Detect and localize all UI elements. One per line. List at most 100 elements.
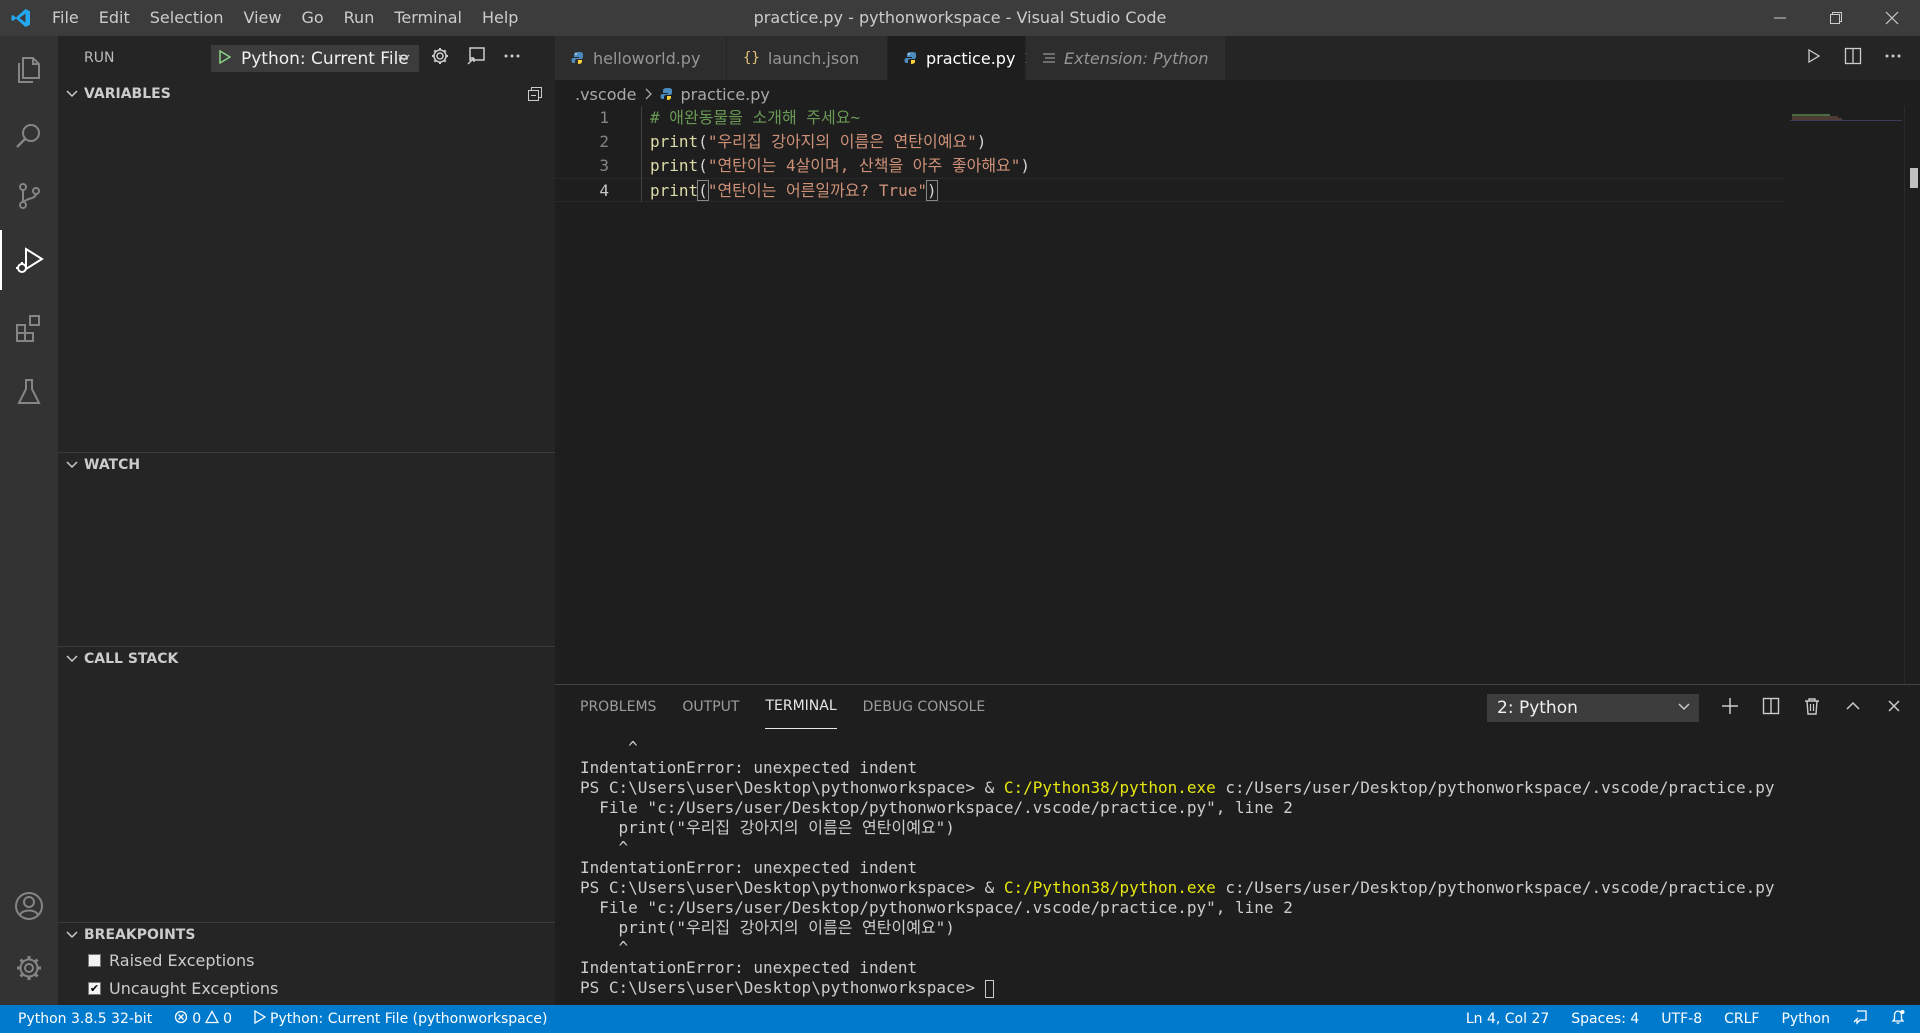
tab-practice[interactable]: practice.py [888, 36, 1037, 80]
terminal-line: ^ [580, 938, 629, 957]
terminal-line: File "c:/Users/user/Desktop/pythonworksp… [580, 798, 1293, 817]
minimap[interactable] [1790, 106, 1902, 121]
manage-gear-icon[interactable] [0, 938, 58, 998]
run-debug-icon[interactable] [0, 230, 58, 290]
breadcrumb-file[interactable]: practice.py [680, 85, 769, 104]
terminal-prompt: PS C:\Users\user\Desktop\pythonworkspace… [580, 778, 985, 797]
notifications-bell-icon[interactable] [1890, 1009, 1906, 1029]
debug-config-status-label: Python: Current File (pythonworkspace) [270, 1011, 548, 1027]
tab-extension-python[interactable]: Extension: Python [1026, 36, 1226, 80]
code-paren: ( [698, 132, 708, 151]
terminal-line: IndentationError: unexpected indent [580, 758, 918, 777]
terminal-exe: C:/Python38/python.exe [1003, 878, 1216, 897]
search-icon[interactable] [0, 106, 58, 166]
breakpoint-label: Raised Exceptions [109, 950, 255, 970]
terminal-line: IndentationError: unexpected indent [580, 958, 918, 977]
editor-tabs: helloworld.py {} launch.json practice.py… [555, 36, 1920, 80]
warning-count: 0 [223, 1011, 233, 1027]
raised-exceptions-checkbox[interactable] [88, 953, 101, 967]
menu-help[interactable]: Help [472, 0, 528, 36]
terminal-script: c:/Users/user/Desktop/pythonworkspace/.v… [1215, 878, 1775, 897]
editor-more-actions-icon[interactable] [1884, 47, 1902, 69]
terminal-select[interactable]: 2: Python [1487, 694, 1699, 722]
code-comment: # 애완동물을 소개해 주세요~ [650, 108, 861, 127]
menu-run[interactable]: Run [334, 0, 385, 36]
terminal-line: ^ [580, 738, 638, 757]
terminal-output[interactable]: ^ IndentationError: unexpected indent PS… [580, 738, 1774, 998]
terminal-line: IndentationError: unexpected indent [580, 858, 918, 877]
chevron-down-icon [66, 929, 84, 941]
language-mode-status[interactable]: Python [1781, 1011, 1830, 1027]
sidebar-header: RUN [84, 50, 115, 66]
extensions-icon[interactable] [0, 298, 58, 358]
split-editor-icon[interactable] [1844, 47, 1862, 69]
breakpoint-uncaught-exceptions[interactable]: ✔ Uncaught Exceptions [88, 976, 278, 1000]
debug-config-status[interactable]: Python: Current File (pythonworkspace) [254, 1009, 548, 1028]
python-icon [660, 87, 674, 101]
code-paren-match: ) [926, 180, 938, 201]
eol-status[interactable]: CRLF [1724, 1011, 1759, 1027]
start-debug-icon[interactable] [219, 49, 232, 69]
terminal-exe: C:/Python38/python.exe [1003, 778, 1216, 797]
feedback-icon[interactable] [1852, 1009, 1868, 1029]
debug-config-select[interactable]: Python: Current File [211, 45, 419, 72]
run-file-icon[interactable] [1806, 48, 1822, 68]
explorer-icon[interactable] [0, 40, 58, 100]
tab-terminal[interactable]: TERMINAL [765, 685, 837, 729]
code-line: 3 print("연탄이는 4살이며, 산책을 아주 좋아해요") [555, 154, 1785, 178]
debug-console-toggle-icon[interactable] [466, 46, 486, 70]
warning-icon [205, 1010, 220, 1028]
menu-file[interactable]: File [42, 0, 89, 36]
testing-flask-icon[interactable] [0, 362, 58, 422]
line-number: 2 [599, 132, 609, 151]
maximize-panel-chevron-up-icon[interactable] [1841, 694, 1865, 722]
code-paren: ) [976, 132, 987, 151]
split-terminal-icon[interactable] [1759, 694, 1783, 722]
breakpoint-raised-exceptions[interactable]: Raised Exceptions [88, 948, 255, 972]
variables-section-header[interactable]: VARIABLES [58, 82, 555, 106]
terminal-prompt: PS C:\Users\user\Desktop\pythonworkspace… [580, 978, 985, 997]
encoding-status[interactable]: UTF-8 [1661, 1011, 1702, 1027]
terminal-line: PS C:\Users\user\Desktop\pythonworkspace… [580, 978, 1774, 998]
tab-output[interactable]: OUTPUT [682, 685, 739, 729]
source-control-icon[interactable] [0, 166, 58, 226]
terminal-line: print("우리집 강아지의 이름은 연탄이예요") [580, 918, 955, 937]
tab-problems[interactable]: PROBLEMS [580, 685, 656, 729]
breakpoints-section-header[interactable]: BREAKPOINTS [58, 922, 555, 946]
menu-go[interactable]: Go [291, 0, 333, 36]
tab-debug-console[interactable]: DEBUG CONSOLE [863, 685, 986, 729]
problems-status[interactable]: 0 0 [174, 1010, 232, 1028]
kill-terminal-trash-icon[interactable] [1800, 694, 1824, 722]
menu-view[interactable]: View [234, 0, 292, 36]
uncaught-exceptions-checkbox[interactable]: ✔ [88, 981, 101, 995]
cursor-position-status[interactable]: Ln 4, Col 27 [1466, 1011, 1549, 1027]
new-terminal-plus-icon[interactable] [1718, 694, 1742, 722]
close-window-button[interactable] [1864, 0, 1920, 36]
code-editor[interactable]: 1 # 애완동물을 소개해 주세요~ 2 print("우리집 강아지의 이름은… [555, 106, 1920, 684]
indentation-status[interactable]: Spaces: 4 [1571, 1011, 1639, 1027]
restore-button[interactable] [1808, 0, 1864, 36]
vscode-logo-icon[interactable] [0, 0, 42, 36]
breadcrumb-folder[interactable]: .vscode [575, 85, 636, 104]
variables-title: VARIABLES [84, 86, 171, 102]
menu-terminal[interactable]: Terminal [384, 0, 472, 36]
watch-section-header[interactable]: WATCH [58, 452, 555, 476]
collapse-all-icon[interactable] [527, 86, 543, 106]
editor-scrollbar[interactable] [1904, 106, 1920, 684]
code-function: print [650, 156, 699, 175]
tab-launch-json[interactable]: {} launch.json [727, 36, 888, 80]
more-actions-icon[interactable] [502, 46, 522, 70]
chevron-down-icon [66, 459, 84, 471]
close-panel-icon[interactable] [1882, 694, 1906, 722]
code-line: 2 print("우리집 강아지의 이름은 연탄이예요") [555, 130, 1785, 154]
menu-edit[interactable]: Edit [89, 0, 140, 36]
tab-helloworld[interactable]: helloworld.py [555, 36, 727, 80]
open-launch-settings-gear-icon[interactable] [430, 46, 450, 70]
menu-selection[interactable]: Selection [140, 0, 234, 36]
code-function: print [650, 132, 699, 151]
chevron-down-icon [1677, 699, 1691, 719]
minimize-button[interactable] [1752, 0, 1808, 36]
accounts-icon[interactable] [0, 876, 58, 936]
python-interpreter-status[interactable]: Python 3.8.5 32-bit [18, 1011, 152, 1027]
callstack-section-header[interactable]: CALL STACK [58, 646, 555, 670]
